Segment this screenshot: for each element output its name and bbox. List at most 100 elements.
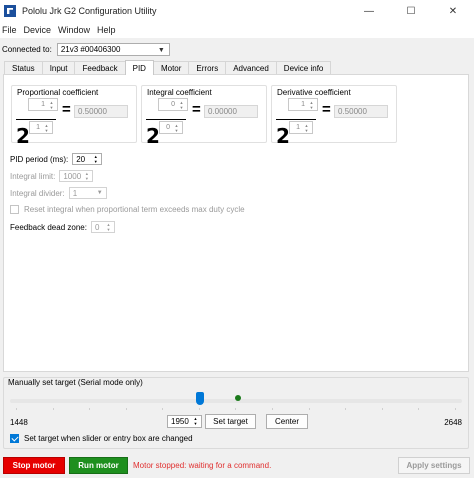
- tab-motor[interactable]: Motor: [152, 61, 190, 75]
- pid-period-value: 20: [76, 154, 86, 164]
- menu-help[interactable]: Help: [95, 25, 121, 35]
- chevron-down-icon: ▼: [96, 190, 103, 196]
- bottom-bar: Stop motor Run motor Motor stopped: wait…: [0, 455, 474, 478]
- auto-set-target-checkbox[interactable]: [10, 434, 19, 443]
- integral-divider-select[interactable]: 1 ▼: [68, 187, 107, 199]
- derivative-coefficient-group: Derivative coefficient 1 ▲ ▼ 2 1 ▲ ▼ = 0.5…: [271, 85, 397, 148]
- slider-min-label: 1448: [10, 418, 28, 427]
- pid-period-spinbox[interactable]: 20 ▲ ▼: [72, 153, 103, 165]
- tick: [418, 408, 420, 410]
- device-select[interactable]: 21v3 #00406300 ▼: [56, 42, 170, 56]
- auto-set-target-label: Set target when slider or entry box are …: [24, 434, 193, 443]
- tab-advanced[interactable]: Advanced: [225, 61, 277, 75]
- proportional-multiplier-spinbox[interactable]: 1 ▲ ▼: [28, 98, 58, 111]
- pololu-logo-icon: [4, 5, 16, 17]
- proportional-title: Proportional coefficient: [16, 88, 100, 97]
- spin-arrows-icon: ▲ ▼: [93, 154, 98, 164]
- tab-bar: Status Input Feedback PID Motor Errors A…: [4, 60, 332, 75]
- stop-motor-button[interactable]: Stop motor: [3, 457, 65, 474]
- tab-feedback[interactable]: Feedback: [74, 61, 126, 75]
- menu-bar: File Device Window Help: [0, 22, 474, 38]
- tick: [308, 408, 310, 410]
- integral-result: 0.00000: [204, 105, 258, 118]
- derivative-exponent-spinbox[interactable]: 1 ▲ ▼: [289, 121, 313, 134]
- tab-pid[interactable]: PID: [124, 60, 154, 75]
- set-target-button[interactable]: Set target: [205, 414, 256, 429]
- integral-multiplier-spinbox[interactable]: 0 ▲ ▼: [158, 98, 188, 111]
- manual-target-group: Manually set target (Serial mode only) 1…: [3, 377, 469, 449]
- slider-ticks: [16, 408, 456, 410]
- tick: [345, 408, 347, 410]
- spin-arrows-icon: ▲ ▼: [84, 171, 89, 181]
- connected-to-label: Connected to:: [2, 44, 52, 54]
- tab-status[interactable]: Status: [4, 61, 43, 75]
- proportional-exponent-spinbox[interactable]: 1 ▲ ▼: [29, 121, 53, 134]
- equals-sign: =: [192, 101, 201, 118]
- run-motor-button[interactable]: Run motor: [69, 457, 128, 474]
- derivative-result: 0.50000: [334, 105, 388, 118]
- spin-arrows-icon: ▲ ▼: [106, 222, 111, 232]
- target-value: 1950: [171, 417, 189, 426]
- minimize-button[interactable]: —: [348, 0, 390, 22]
- tab-errors[interactable]: Errors: [188, 61, 227, 75]
- reset-integral-checkbox[interactable]: [10, 205, 19, 214]
- manual-target-title: Manually set target (Serial mode only): [8, 378, 143, 387]
- motor-status-text: Motor stopped: waiting for a command.: [133, 461, 272, 470]
- window-controls: — ☐ ✕: [348, 0, 474, 22]
- integral-exponent-spinbox[interactable]: 0 ▲ ▼: [159, 121, 183, 134]
- maximize-button[interactable]: ☐: [390, 0, 432, 22]
- auto-set-target-row: Set target when slider or entry box are …: [10, 434, 193, 443]
- center-button[interactable]: Center: [266, 414, 308, 429]
- integral-divider-value: 1: [72, 188, 78, 198]
- tick: [125, 408, 127, 410]
- derivative-multiplier-spinbox[interactable]: 1 ▲ ▼: [288, 98, 318, 111]
- current-target-marker: [235, 395, 241, 401]
- tab-device-info[interactable]: Device info: [275, 61, 332, 75]
- tick: [16, 408, 17, 410]
- pid-period-label: PID period (ms):: [10, 154, 69, 164]
- integral-coefficient-group: Integral coefficient 0 ▲ ▼ 2 0 ▲ ▼ = 0.000…: [141, 85, 267, 148]
- derivative-exponent-value: 1: [296, 124, 300, 131]
- derivative-multiplier-value: 1: [301, 101, 305, 108]
- feedback-dead-zone-value: 0: [94, 222, 100, 232]
- integral-limit-spinbox[interactable]: 1000 ▲ ▼: [59, 170, 94, 182]
- integral-limit-row: Integral limit: 1000 ▲ ▼: [10, 170, 94, 182]
- derivative-base: 2: [276, 124, 290, 148]
- spin-arrows-icon: ▲ ▼: [304, 122, 309, 133]
- device-select-value: 21v3 #00406300: [60, 44, 121, 54]
- tab-input[interactable]: Input: [41, 61, 76, 75]
- feedback-dead-zone-row: Feedback dead zone: 0 ▲ ▼: [10, 221, 115, 233]
- target-slider-thumb[interactable]: [196, 392, 204, 405]
- apply-settings-button[interactable]: Apply settings: [398, 457, 470, 474]
- proportional-multiplier-value: 1: [41, 101, 45, 108]
- integral-base: 2: [146, 124, 160, 148]
- menu-window[interactable]: Window: [56, 25, 95, 35]
- close-button[interactable]: ✕: [432, 0, 474, 22]
- spin-arrows-icon: ▲ ▼: [44, 122, 49, 133]
- tick: [52, 408, 54, 410]
- tick: [381, 408, 383, 410]
- feedback-dead-zone-spinbox[interactable]: 0 ▲ ▼: [90, 221, 115, 233]
- fraction-line: [146, 119, 186, 120]
- fraction-line: [276, 119, 316, 120]
- spin-arrows-icon: ▲ ▼: [179, 99, 184, 110]
- proportional-result: 0.50000: [74, 105, 128, 118]
- title-bar: Pololu Jrk G2 Configuration Utility — ☐ …: [0, 0, 474, 22]
- feedback-dead-zone-label: Feedback dead zone:: [10, 222, 87, 232]
- proportional-base: 2: [16, 124, 30, 148]
- target-value-spinbox[interactable]: 1950 ▲ ▼: [167, 415, 202, 428]
- slider-max-label: 2648: [444, 418, 462, 427]
- chevron-down-icon: ▼: [157, 46, 165, 54]
- proportional-coefficient-group: Proportional coefficient 1 ▲ ▼ 2 1 ▲ ▼ = 0…: [11, 85, 137, 148]
- integral-limit-value: 1000: [63, 171, 82, 181]
- tick: [454, 408, 456, 410]
- pid-panel: Proportional coefficient 1 ▲ ▼ 2 1 ▲ ▼ = 0…: [3, 74, 469, 372]
- integral-exponent-value: 0: [166, 124, 170, 131]
- menu-file[interactable]: File: [0, 25, 22, 35]
- tick: [162, 408, 164, 410]
- tick: [198, 408, 200, 410]
- spin-arrows-icon: ▲ ▼: [193, 416, 198, 426]
- derivative-title: Derivative coefficient: [276, 88, 352, 97]
- integral-multiplier-value: 0: [171, 101, 175, 108]
- menu-device[interactable]: Device: [22, 25, 57, 35]
